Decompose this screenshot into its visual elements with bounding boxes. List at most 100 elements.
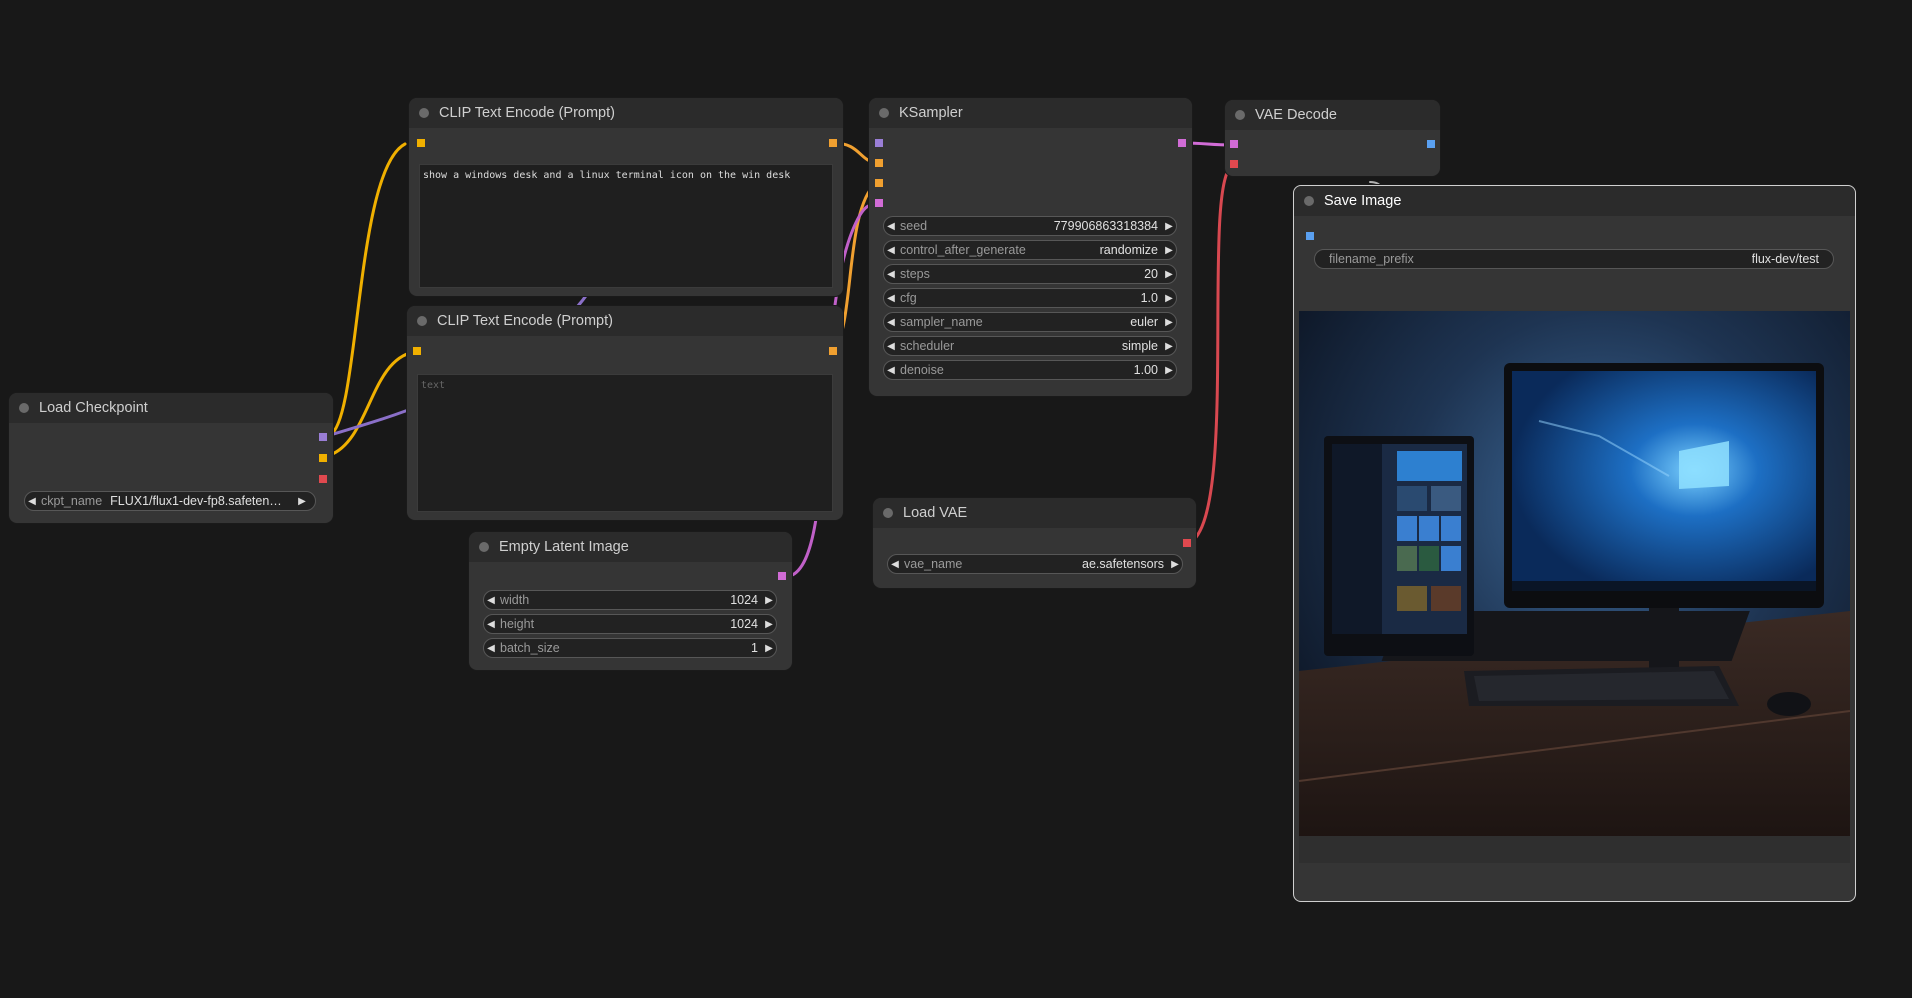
conditioning-output-slot[interactable] (829, 139, 837, 147)
model-input-slot[interactable] (875, 139, 883, 147)
positive-input-slot[interactable] (875, 159, 883, 167)
link-clip-to-positive (328, 142, 407, 437)
node-clip-text-encode-positive[interactable]: CLIP Text Encode (Prompt) show a windows… (409, 98, 843, 296)
vae-input-slot[interactable] (1230, 160, 1238, 168)
graph-canvas[interactable]: Load Checkpoint ◀ ckpt_name FLUX1/flux1-… (0, 0, 1912, 998)
vae-name-widget[interactable]: ◀ vae_name ae.safetensors ▶ (887, 554, 1183, 574)
node-title: CLIP Text Encode (Prompt) (437, 313, 613, 329)
arrow-left-icon[interactable]: ◀ (484, 595, 498, 606)
arrow-left-icon[interactable]: ◀ (888, 559, 902, 570)
collapse-dot-icon[interactable] (879, 108, 889, 118)
node-title: Empty Latent Image (499, 539, 629, 555)
node-title-bar[interactable]: Load Checkpoint (9, 393, 333, 423)
node-save-image[interactable]: Save Image filename_prefix flux-dev/test (1293, 185, 1856, 902)
prompt-textarea[interactable]: text (417, 374, 833, 512)
model-output-slot[interactable] (319, 433, 327, 441)
widget-label: control_after_generate (900, 243, 1026, 257)
arrow-left-icon[interactable]: ◀ (25, 496, 39, 507)
arrow-left-icon[interactable]: ◀ (884, 269, 898, 280)
node-title-bar[interactable]: Save Image (1294, 186, 1855, 216)
link-clip-to-negative (328, 350, 416, 457)
collapse-dot-icon[interactable] (883, 508, 893, 518)
seed-widget[interactable]: ◀ seed 779906863318384 ▶ (883, 216, 1177, 236)
node-title-bar[interactable]: CLIP Text Encode (Prompt) (409, 98, 843, 128)
latent-output-slot[interactable] (778, 572, 786, 580)
node-title-bar[interactable]: VAE Decode (1225, 100, 1440, 130)
samples-input-slot[interactable] (1230, 140, 1238, 148)
arrow-left-icon[interactable]: ◀ (484, 619, 498, 630)
node-load-checkpoint[interactable]: Load Checkpoint ◀ ckpt_name FLUX1/flux1-… (9, 393, 333, 523)
arrow-right-icon[interactable]: ▶ (1168, 559, 1182, 570)
height-widget[interactable]: ◀ height 1024 ▶ (483, 614, 777, 634)
node-title: Load Checkpoint (39, 400, 148, 416)
image-output-slot[interactable] (1427, 140, 1435, 148)
arrow-right-icon[interactable]: ▶ (762, 643, 776, 654)
node-empty-latent-image[interactable]: Empty Latent Image ◀ width 1024 ▶ ◀ heig… (469, 532, 792, 670)
widget-label: height (500, 617, 535, 631)
widget-value: simple (1121, 339, 1158, 353)
collapse-dot-icon[interactable] (479, 542, 489, 552)
node-title: Load VAE (903, 505, 968, 521)
arrow-right-icon[interactable]: ▶ (1162, 341, 1176, 352)
arrow-right-icon[interactable]: ▶ (1162, 269, 1176, 280)
node-title: VAE Decode (1255, 107, 1337, 123)
node-title-bar[interactable]: KSampler (869, 98, 1192, 128)
collapse-dot-icon[interactable] (417, 316, 427, 326)
denoise-widget[interactable]: ◀ denoise 1.00 ▶ (883, 360, 1177, 380)
sampler-name-widget[interactable]: ◀ sampler_name euler ▶ (883, 312, 1177, 332)
widget-value: 779906863318384 (1053, 219, 1158, 233)
node-title: KSampler (899, 105, 963, 121)
widget-value: 20 (1144, 267, 1158, 281)
arrow-left-icon[interactable]: ◀ (884, 317, 898, 328)
clip-output-slot[interactable] (319, 454, 327, 462)
images-input-slot[interactable] (1306, 232, 1314, 240)
arrow-right-icon[interactable]: ▶ (762, 619, 776, 630)
widget-value: flux-dev/test (1751, 252, 1819, 266)
widget-value: 1 (751, 641, 758, 655)
collapse-dot-icon[interactable] (1235, 110, 1245, 120)
width-widget[interactable]: ◀ width 1024 ▶ (483, 590, 777, 610)
latent-input-slot[interactable] (875, 199, 883, 207)
widget-value: randomize (1099, 243, 1158, 257)
arrow-right-icon[interactable]: ▶ (1162, 221, 1176, 232)
clip-input-slot[interactable] (417, 139, 425, 147)
ckpt-name-widget[interactable]: ◀ ckpt_name FLUX1/flux1-dev-fp8.safeten…… (24, 491, 316, 511)
latent-output-slot[interactable] (1178, 139, 1186, 147)
arrow-left-icon[interactable]: ◀ (884, 293, 898, 304)
arrow-right-icon[interactable]: ▶ (295, 496, 309, 507)
node-vae-decode[interactable]: VAE Decode (1225, 100, 1440, 176)
arrow-right-icon[interactable]: ▶ (762, 595, 776, 606)
negative-input-slot[interactable] (875, 179, 883, 187)
widget-value: FLUX1/flux1-dev-fp8.safeten… (110, 494, 282, 508)
arrow-left-icon[interactable]: ◀ (884, 245, 898, 256)
prompt-textarea[interactable]: show a windows desk and a linux terminal… (419, 164, 833, 288)
generated-image-preview[interactable] (1299, 311, 1850, 863)
arrow-left-icon[interactable]: ◀ (884, 341, 898, 352)
collapse-dot-icon[interactable] (19, 403, 29, 413)
batch-size-widget[interactable]: ◀ batch_size 1 ▶ (483, 638, 777, 658)
node-title-bar[interactable]: CLIP Text Encode (Prompt) (407, 306, 843, 336)
node-load-vae[interactable]: Load VAE ◀ vae_name ae.safetensors ▶ (873, 498, 1196, 588)
control-after-generate-widget[interactable]: ◀ control_after_generate randomize ▶ (883, 240, 1177, 260)
arrow-right-icon[interactable]: ▶ (1162, 317, 1176, 328)
cfg-widget[interactable]: ◀ cfg 1.0 ▶ (883, 288, 1177, 308)
node-ksampler[interactable]: KSampler ◀ seed 779906863318384 ▶ ◀ cont… (869, 98, 1192, 396)
node-title-bar[interactable]: Load VAE (873, 498, 1196, 528)
node-clip-text-encode-negative[interactable]: CLIP Text Encode (Prompt) text (407, 306, 843, 520)
arrow-right-icon[interactable]: ▶ (1162, 293, 1176, 304)
arrow-left-icon[interactable]: ◀ (484, 643, 498, 654)
arrow-right-icon[interactable]: ▶ (1162, 365, 1176, 376)
conditioning-output-slot[interactable] (829, 347, 837, 355)
collapse-dot-icon[interactable] (1304, 196, 1314, 206)
steps-widget[interactable]: ◀ steps 20 ▶ (883, 264, 1177, 284)
arrow-left-icon[interactable]: ◀ (884, 365, 898, 376)
vae-output-slot[interactable] (1183, 539, 1191, 547)
filename-prefix-widget[interactable]: filename_prefix flux-dev/test (1314, 249, 1834, 269)
arrow-right-icon[interactable]: ▶ (1162, 245, 1176, 256)
collapse-dot-icon[interactable] (419, 108, 429, 118)
scheduler-widget[interactable]: ◀ scheduler simple ▶ (883, 336, 1177, 356)
vae-output-slot[interactable] (319, 475, 327, 483)
clip-input-slot[interactable] (413, 347, 421, 355)
node-title-bar[interactable]: Empty Latent Image (469, 532, 792, 562)
arrow-left-icon[interactable]: ◀ (884, 221, 898, 232)
